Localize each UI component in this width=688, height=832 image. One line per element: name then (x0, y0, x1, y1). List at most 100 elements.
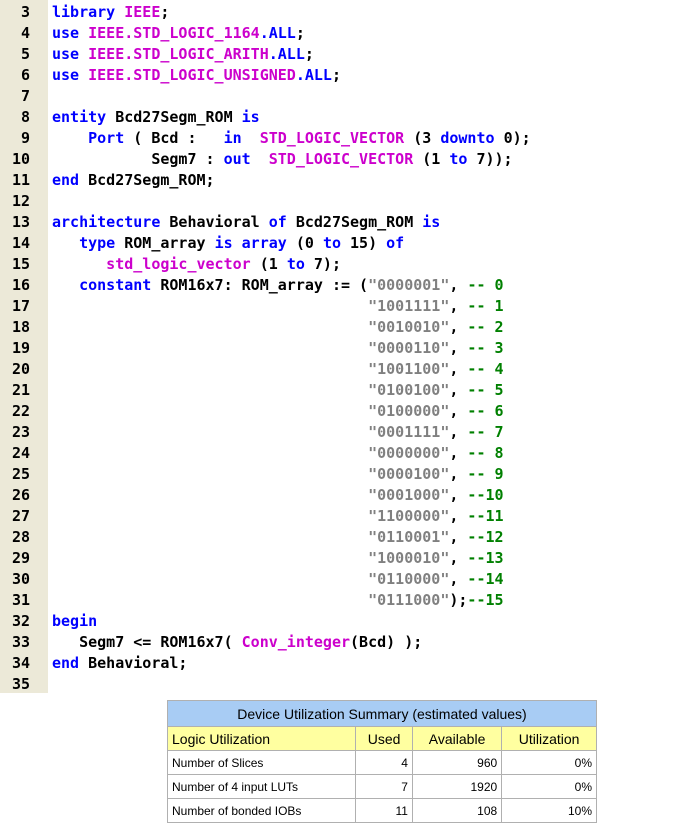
row-used: 11 (355, 798, 413, 823)
line-number: 23 (11, 423, 30, 441)
code-token: (3 (413, 129, 441, 147)
code-line: 5 use IEEE.STD_LOGIC_ARITH.ALL; (0, 44, 688, 65)
code-token: Segm7 : (52, 150, 224, 168)
line-number: 26 (11, 486, 30, 504)
code-line: 33 Segm7 <= ROM16x7( Conv_integer(Bcd) )… (0, 632, 688, 653)
line-code: Port ( Bcd : in STD_LOGIC_VECTOR (3 down… (52, 128, 531, 149)
code-token: "0100000" (52, 402, 450, 420)
line-code: "0100100", -- 5 (52, 380, 503, 401)
line-code: Segm7 <= ROM16x7( Conv_integer(Bcd) ); (52, 632, 422, 653)
code-token: in (223, 129, 260, 147)
code-token: ; (160, 3, 170, 21)
code-token: Segm7 <= ROM16x7( (52, 633, 242, 651)
code-token: --14 (467, 570, 504, 588)
table-row: Number of 4 input LUTs 7 1920 0% (166, 774, 597, 799)
code-token: , (449, 381, 468, 399)
code-line: 9 Port ( Bcd : in STD_LOGIC_VECTOR (3 do… (0, 128, 688, 149)
row-utilization: 0% (501, 774, 597, 799)
device-utilization-summary-table: Device Utilization Summary (estimated va… (166, 700, 597, 823)
line-number: 21 (11, 381, 30, 399)
line-number: 27 (11, 507, 30, 525)
code-token: "0000100" (52, 465, 450, 483)
row-label: Number of 4 input LUTs (166, 774, 357, 799)
line-code: "0000100", -- 9 (52, 464, 503, 485)
code-line: 4 use IEEE.STD_LOGIC_1164.ALL; (0, 23, 688, 44)
table-row: Number of bonded IOBs 11 108 10% (166, 798, 597, 823)
line-number: 10 (11, 150, 30, 168)
code-token: (1 (422, 150, 450, 168)
code-token: IEEE.STD_LOGIC_UNSIGNED (88, 66, 296, 84)
line-number: 11 (11, 171, 30, 189)
code-token: , (449, 297, 468, 315)
code-token: -- 3 (467, 339, 504, 357)
line-number: 17 (11, 297, 30, 315)
code-token: , (449, 486, 468, 504)
code-token: 7)); (476, 150, 513, 168)
code-token: 7); (313, 255, 341, 273)
code-token: of (386, 234, 405, 252)
line-number: 25 (11, 465, 30, 483)
line-number: 9 (20, 129, 30, 147)
code-token: -- 4 (467, 360, 504, 378)
line-code: "0001000", --10 (52, 485, 503, 506)
code-token: , (449, 360, 468, 378)
line-code: "0111000");--15 (52, 590, 503, 611)
line-number: 13 (11, 213, 30, 231)
line-code: std_logic_vector (1 to 7); (52, 254, 341, 275)
code-line: 15 std_logic_vector (1 to 7); (0, 254, 688, 275)
line-code: "0000110", -- 3 (52, 338, 504, 359)
code-token: ROM_array (124, 234, 215, 252)
line-number: 24 (11, 444, 30, 462)
code-token: begin (52, 612, 98, 630)
line-code: "0000000", -- 8 (52, 443, 503, 464)
code-token: "0000000" (52, 444, 450, 462)
code-token: "0001111" (52, 423, 450, 441)
code-token: Bcd27Segm_ROM (115, 108, 242, 126)
code-line: 28 "0110001", --12 (0, 527, 688, 548)
code-line: 31 "0111000");--15 (0, 590, 688, 611)
row-utilization: 0% (501, 750, 597, 775)
code-line: 18 "0010010", -- 2 (0, 317, 688, 338)
line-number: 22 (11, 402, 30, 420)
line-code: architecture Behavioral of Bcd27Segm_ROM… (52, 212, 440, 233)
code-line: 12 (0, 191, 688, 212)
row-used: 7 (355, 774, 413, 799)
code-token: ); (449, 591, 468, 609)
row-available: 108 (411, 798, 503, 823)
code-token: to (449, 150, 477, 168)
code-token: "0000110" (52, 339, 450, 357)
line-number: 33 (11, 633, 30, 651)
line-number: 30 (11, 570, 30, 588)
code-token: type (52, 234, 125, 252)
line-code: end Bcd27Segm_ROM; (52, 170, 215, 191)
line-number: 16 (11, 276, 30, 294)
row-available: 1920 (411, 774, 503, 799)
code-token: ( Bcd : (133, 129, 224, 147)
summary-title: Device Utilization Summary (estimated va… (167, 700, 597, 727)
code-token: Conv_integer (241, 633, 351, 651)
line-code: end Behavioral; (52, 653, 187, 674)
line-number: 8 (20, 108, 30, 126)
code-token: constant (52, 276, 161, 294)
line-number: 6 (20, 66, 30, 84)
code-token: Behavioral (169, 213, 269, 231)
code-line: 6 use IEEE.STD_LOGIC_UNSIGNED.ALL; (0, 65, 688, 86)
code-token: .ALL (268, 45, 305, 63)
code-editor[interactable]: 3 library IEEE; 4 use IEEE.STD_LOGIC_1164.A… (0, 0, 688, 693)
code-line: 10 Segm7 : out STD_LOGIC_VECTOR (1 to 7)… (0, 149, 688, 170)
line-number: 18 (11, 318, 30, 336)
line-number: 35 (11, 675, 30, 693)
line-number: 28 (11, 528, 30, 546)
line-code: "0010010", -- 2 (52, 317, 503, 338)
code-token: architecture (52, 213, 170, 231)
code-token: "1001111" (52, 297, 450, 315)
code-line: 19 "0000110", -- 3 (0, 338, 688, 359)
line-code: use IEEE.STD_LOGIC_UNSIGNED.ALL; (52, 65, 341, 86)
line-code: type ROM_array is array (0 to 15) of (52, 233, 404, 254)
line-code: constant ROM16x7: ROM_array := ("0000001… (52, 275, 503, 296)
code-token: "1100000" (52, 507, 450, 525)
line-code: entity Bcd27Segm_ROM is (52, 107, 260, 128)
code-token: STD_LOGIC_VECTOR (268, 150, 423, 168)
code-line: 11 end Bcd27Segm_ROM; (0, 170, 688, 191)
line-number: 5 (20, 45, 30, 63)
